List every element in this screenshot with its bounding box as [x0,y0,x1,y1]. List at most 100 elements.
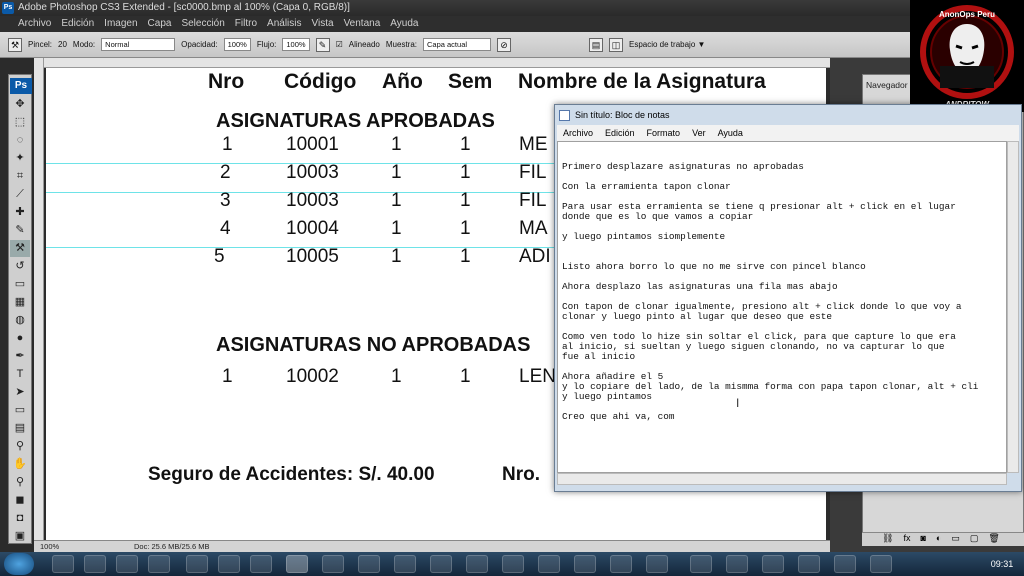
slice-tool-icon[interactable]: ⟋ [10,186,30,203]
start-button[interactable] [4,553,34,575]
bridge-icon[interactable]: ◫ [609,37,623,52]
menu-ayuda[interactable]: Ayuda [390,16,418,32]
menu-filtro[interactable]: Filtro [235,16,257,32]
menu-vista[interactable]: Vista [312,16,334,32]
screen-mode-icon[interactable]: ▣ [10,528,30,545]
menu-analisis[interactable]: Análisis [267,16,301,32]
color-swatches-icon[interactable]: ◼ [10,492,30,509]
hand-tool-icon[interactable]: ✋ [10,456,30,473]
taskbar-app-icon[interactable] [870,555,892,573]
taskbar-app-icon[interactable] [84,555,106,573]
menu-bar: Archivo Edición Imagen Capa Selección Fi… [0,16,910,32]
taskbar-app-icon[interactable] [834,555,856,573]
taskbar-app-icon[interactable] [726,555,748,573]
eraser-tool-icon[interactable]: ▭ [10,276,30,293]
workspace-menu[interactable]: Espacio de trabajo ▼ [629,40,705,49]
mode-select[interactable]: Normal [101,38,176,51]
np-menu-ayuda[interactable]: Ayuda [718,125,743,141]
brush-label: Pincel: [28,40,53,49]
path-select-tool-icon[interactable]: ➤ [10,384,30,401]
fx-icon[interactable]: fx [903,533,910,546]
row-code: 10005 [286,246,339,267]
np-menu-ver[interactable]: Ver [692,125,706,141]
taskbar-app-icon[interactable] [762,555,784,573]
taskbar-app-icon[interactable] [646,555,668,573]
taskbar-vlc-icon[interactable] [394,555,416,573]
airbrush-icon[interactable]: ✎ [315,37,330,52]
taskbar-app-icon[interactable] [538,555,560,573]
move-tool-icon[interactable]: ✥ [10,96,30,113]
taskbar-photoshop-icon[interactable] [286,555,308,573]
shape-tool-icon[interactable]: ▭ [10,402,30,419]
flow-field[interactable]: 100% [282,38,310,51]
clone-stamp-tool-icon[interactable]: ⚒ [8,37,22,52]
np-menu-formato[interactable]: Formato [647,125,681,141]
taskbar-app-icon[interactable] [186,555,208,573]
row-name: FIL [519,162,547,183]
clone-stamp-tool-button-icon[interactable]: ⚒ [10,240,30,257]
notes-tool-icon[interactable]: ▤ [10,420,30,437]
taskbar-app-icon[interactable] [116,555,138,573]
taskbar-app-icon[interactable] [322,555,344,573]
np-menu-edicion[interactable]: Edición [605,125,635,141]
ignore-adjustment-icon[interactable]: ⊘ [497,37,511,52]
brush-size[interactable]: 20 [58,40,67,49]
new-group-icon[interactable]: ▭ [951,533,960,546]
taskbar-app-icon[interactable] [466,555,488,573]
new-layer-icon[interactable]: ▢ [970,533,979,546]
menu-ventana[interactable]: Ventana [344,16,381,32]
zoom-tool-icon[interactable]: ⚲ [10,474,30,491]
taskbar-app-icon[interactable] [430,555,452,573]
dodge-tool-icon[interactable]: ● [10,330,30,347]
history-brush-tool-icon[interactable]: ↺ [10,258,30,275]
magic-wand-tool-icon[interactable]: ✦ [10,150,30,167]
notepad-window[interactable]: Sin título: Bloc de notas Archivo Edició… [554,104,1022,492]
notepad-vertical-scrollbar[interactable] [1007,141,1019,473]
menu-edicion[interactable]: Edición [61,16,94,32]
system-clock[interactable]: 09:31 [984,554,1020,574]
gradient-tool-icon[interactable]: ▦ [10,294,30,311]
mask-icon[interactable]: ◙ [920,533,925,546]
aligned-checkbox[interactable]: ☑ [336,40,343,49]
menu-archivo[interactable]: Archivo [18,16,51,32]
menu-imagen[interactable]: Imagen [104,16,137,32]
row-sem: 1 [460,134,471,155]
row-nro: 2 [220,162,231,183]
marquee-tool-icon[interactable]: ⬚ [10,114,30,131]
taskbar-app-icon[interactable] [574,555,596,573]
adjustment-layer-icon[interactable]: ◐ [936,533,941,546]
row-year: 1 [391,162,402,183]
taskbar-filezilla-icon[interactable] [610,555,632,573]
lasso-tool-icon[interactable]: ◌ [10,132,30,149]
sample-select[interactable]: Capa actual [423,38,491,51]
healing-brush-tool-icon[interactable]: ✚ [10,204,30,221]
notepad-text-area[interactable]: Primero desplazare asignaturas no aproba… [557,141,1007,473]
taskbar-chrome-icon[interactable] [148,555,170,573]
blur-tool-icon[interactable]: ◍ [10,312,30,329]
type-tool-icon[interactable]: T [10,366,30,383]
palette-well-icon[interactable]: ▤ [589,37,603,52]
row-nro: 3 [220,190,231,211]
crop-tool-icon[interactable]: ⌗ [10,168,30,185]
taskbar-app-icon[interactable] [798,555,820,573]
text-line: Listo ahora borro lo que no me sirve con… [562,261,866,272]
pen-tool-icon[interactable]: ✒ [10,348,30,365]
taskbar-folder-icon[interactable] [52,555,74,573]
notepad-horizontal-scrollbar[interactable] [557,473,1007,485]
menu-capa[interactable]: Capa [148,16,172,32]
quick-mask-icon[interactable]: ◘ [10,510,30,527]
trash-icon[interactable]: 🗑 [988,533,999,546]
brush-tool-icon[interactable]: ✎ [10,222,30,239]
menu-seleccion[interactable]: Selección [181,16,224,32]
np-menu-archivo[interactable]: Archivo [563,125,593,141]
taskbar-app-icon[interactable] [218,555,240,573]
eyedropper-tool-icon[interactable]: ⚲ [10,438,30,455]
taskbar-app-icon[interactable] [690,555,712,573]
taskbar-app-icon[interactable] [250,555,272,573]
text-line [562,242,1002,252]
window-title: Adobe Photoshop CS3 Extended - [sc0000.b… [18,2,350,13]
taskbar-app-icon[interactable] [358,555,380,573]
link-layers-icon[interactable]: ⛓ [882,533,893,546]
opacity-field[interactable]: 100% [223,38,251,51]
taskbar-app-icon[interactable] [502,555,524,573]
